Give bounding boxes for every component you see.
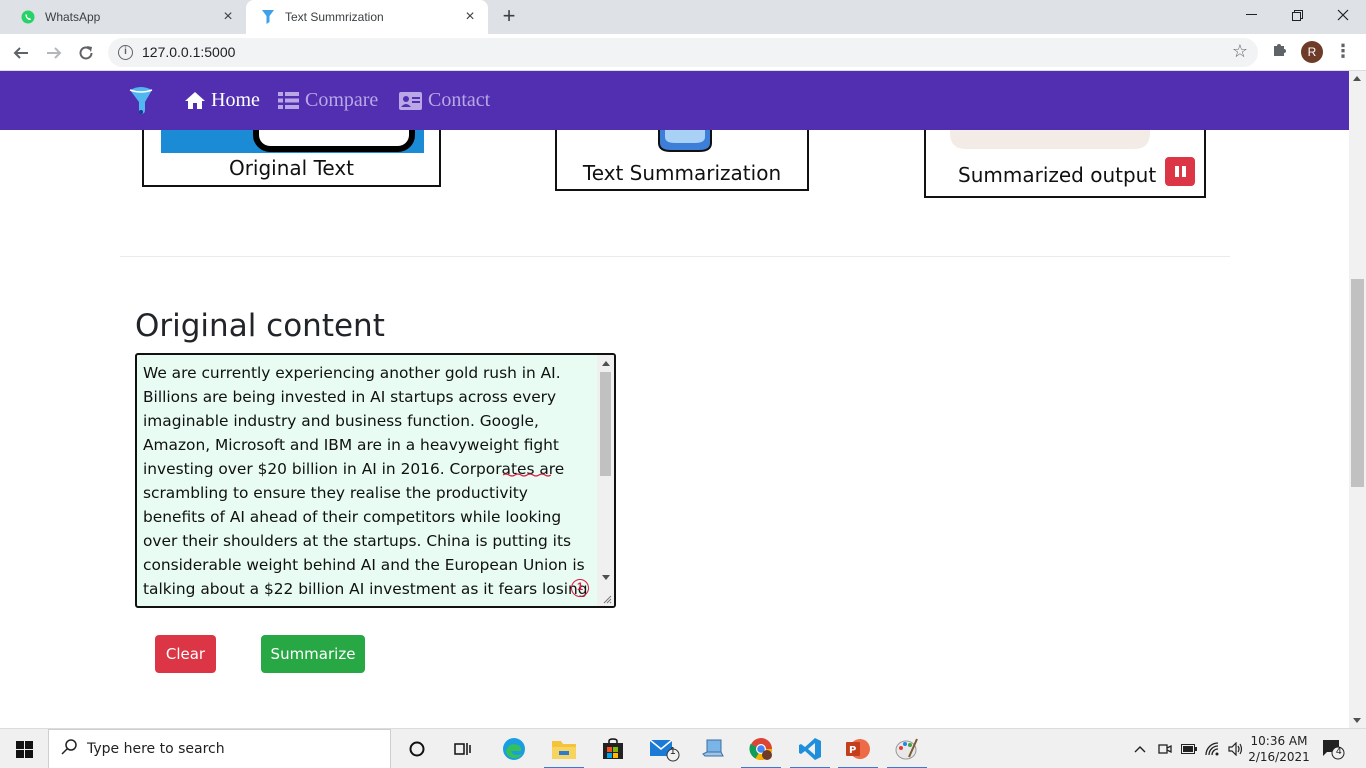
close-tab-icon[interactable]: × [462,9,478,25]
divider [120,256,1230,257]
meet-now-icon[interactable] [1155,729,1175,768]
id-card-icon [399,91,422,110]
resize-grip-icon[interactable] [602,594,612,604]
spellcheck-underline [503,473,551,477]
forward-icon[interactable] [42,41,66,65]
tab-text-summrization[interactable]: Text Summrization × [246,0,488,34]
close-window-button[interactable] [1320,0,1366,30]
battery-icon[interactable] [1179,729,1199,768]
funnel-icon [260,9,276,25]
search-placeholder[interactable]: Type here to search [87,741,225,757]
tab-title: WhatsApp [45,10,101,24]
tab-title: Text Summrization [285,10,384,24]
info-icon[interactable]: i [118,45,133,60]
flow-label: Original Text [228,156,355,180]
flow-label: Text Summarization [582,161,782,185]
mail-icon[interactable]: 1 [644,733,684,765]
grammar-check-badge[interactable]: 1 [571,579,589,597]
windows-start-icon[interactable] [0,729,48,768]
tray-chevron-icon[interactable] [1130,729,1150,768]
home-icon [185,92,205,109]
browser-toolbar: i 127.0.0.1:5000 ☆ [0,34,1366,71]
back-icon[interactable] [9,41,33,65]
tab-strip: WhatsApp × Text Summrization × + [0,0,1366,34]
nav-contact-label: Contact [428,89,491,111]
original-text-value[interactable]: We are currently experiencing another go… [143,361,593,606]
edge-icon[interactable] [494,733,534,765]
restore-button[interactable] [1274,0,1320,30]
textarea-scroll-thumb[interactable] [600,372,611,476]
brand-logo-icon[interactable] [128,86,154,116]
notifications-icon[interactable]: 4 [1318,729,1348,768]
tab-whatsapp[interactable]: WhatsApp × [8,0,246,34]
textarea-scrollbar[interactable] [597,355,614,606]
cortana-icon[interactable] [397,733,437,765]
flow-label: Summarized output [958,163,1157,187]
store-icon[interactable] [593,733,633,765]
nav-compare[interactable]: Compare [278,89,378,112]
powerpoint-icon[interactable]: P [838,733,878,768]
section-title: Original content [135,308,385,344]
url-text[interactable]: 127.0.0.1:5000 [142,44,235,60]
notification-count: 4 [1336,746,1342,757]
search-icon [61,738,77,760]
nav-contact[interactable]: Contact [399,89,490,112]
menu-kebab-icon[interactable]: ⋮ [1334,41,1352,63]
mail-badge: 1 [670,746,676,757]
volume-icon[interactable] [1226,729,1246,768]
list-icon [278,92,299,109]
extensions-puzzle-icon[interactable] [1268,41,1290,63]
nav-compare-label: Compare [305,89,379,111]
clock-date: 2/16/2021 [1248,750,1310,764]
close-tab-icon[interactable]: × [220,9,236,25]
network-laptop-icon[interactable] [693,733,733,765]
nav-home-label: Home [211,89,260,111]
pause-button[interactable] [1165,157,1195,186]
profile-avatar[interactable]: R [1301,41,1323,63]
address-bar[interactable]: i 127.0.0.1:5000 ☆ [108,38,1258,67]
svg-text:P: P [849,745,856,756]
new-tab-button[interactable]: + [498,5,520,28]
minimize-button[interactable] [1228,0,1274,30]
task-view-icon[interactable] [443,733,483,765]
page-scrollbar[interactable] [1349,71,1366,728]
taskbar-clock[interactable]: 10:36 AM 2/16/2021 [1248,733,1310,765]
clear-button[interactable]: Clear [155,635,216,673]
wifi-icon[interactable] [1203,729,1223,768]
bookmark-star-icon[interactable]: ☆ [1232,41,1248,62]
original-text-input[interactable]: We are currently experiencing another go… [135,353,616,608]
summarize-button[interactable]: Summarize [261,635,365,673]
clock-time: 10:36 AM [1250,734,1308,748]
whatsapp-icon [20,9,36,25]
page-viewport: Original Text Text Summarization Summari… [0,71,1349,728]
nav-home[interactable]: Home [185,89,260,112]
page-scroll-thumb[interactable] [1351,279,1364,487]
chrome-icon[interactable] [741,733,781,768]
windows-taskbar: Type here to search 1 P 10:36 AM 2/16/20… [0,728,1366,768]
vscode-icon[interactable] [790,733,830,768]
paint-icon[interactable] [887,733,927,768]
reload-icon[interactable] [74,41,98,65]
taskbar-search-box[interactable]: Type here to search [48,729,391,768]
navbar: Home Compare Contact [0,71,1349,130]
file-explorer-icon[interactable] [544,733,584,768]
